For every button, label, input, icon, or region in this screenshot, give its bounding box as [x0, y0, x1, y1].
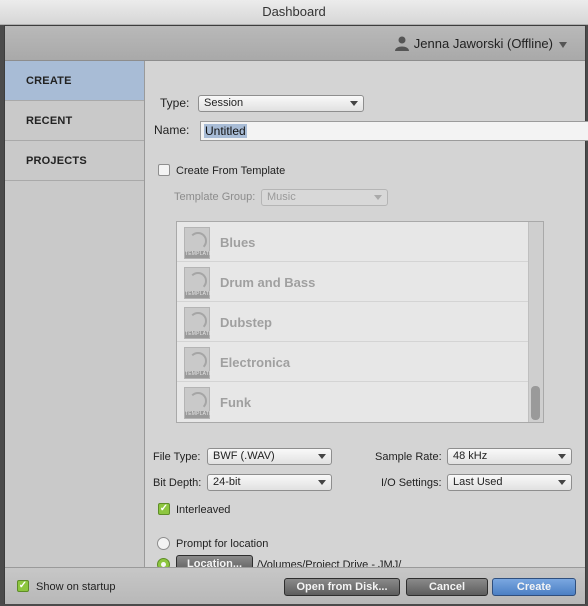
- template-group-label: Template Group:: [174, 191, 256, 203]
- template-list: TEMPLATE Blues TEMPLATE Drum and Bass TE…: [176, 221, 544, 423]
- prompt-location-radio[interactable]: [157, 537, 170, 550]
- show-on-startup-label: Show on startup: [36, 581, 116, 593]
- chevron-down-icon: [559, 41, 567, 48]
- sample-rate-select[interactable]: 48 kHz: [447, 448, 572, 465]
- open-from-disk-button[interactable]: Open from Disk...: [284, 578, 400, 596]
- chevron-down-icon: [318, 480, 326, 485]
- io-settings-label: I/O Settings:: [381, 477, 442, 489]
- io-settings-select[interactable]: Last Used: [447, 474, 572, 491]
- chevron-down-icon: [558, 480, 566, 485]
- bottom-bar: ✓ Show on startup Open from Disk... Canc…: [5, 567, 585, 604]
- chevron-down-icon: [318, 454, 326, 459]
- chevron-down-icon: [350, 101, 358, 106]
- template-item[interactable]: TEMPLATE Dubstep: [177, 302, 543, 342]
- file-type-select[interactable]: BWF (.WAV): [207, 448, 332, 465]
- scrollbar-thumb[interactable]: [531, 386, 540, 420]
- type-label: Type:: [160, 96, 190, 110]
- window-title: Dashboard: [0, 0, 588, 25]
- create-from-template-label: Create From Template: [176, 165, 286, 177]
- create-panel: Type: Session Name: Untitled Create From…: [145, 61, 588, 573]
- name-label: Name:: [154, 123, 190, 137]
- sidebar: CREATE RECENT PROJECTS: [5, 61, 145, 567]
- person-icon: [394, 36, 409, 51]
- user-bar: Jenna Jaworski (Offline): [5, 26, 585, 61]
- template-icon: TEMPLATE: [184, 307, 212, 339]
- name-value: Untitled: [204, 124, 247, 138]
- user-menu[interactable]: Jenna Jaworski (Offline): [394, 36, 567, 51]
- file-type-value: BWF (.WAV): [213, 450, 275, 462]
- template-name: Funk: [220, 395, 252, 410]
- template-list-scrollbar[interactable]: [528, 222, 543, 422]
- dashboard-window: Dashboard Jenna Jaworski (Offline) CREAT…: [0, 0, 588, 606]
- prompt-location-label: Prompt for location: [176, 538, 269, 550]
- template-name: Dubstep: [220, 315, 272, 330]
- template-icon: TEMPLATE: [184, 347, 212, 379]
- name-field[interactable]: Untitled: [200, 121, 588, 141]
- template-name: Blues: [220, 235, 256, 250]
- template-name: Drum and Bass: [220, 275, 316, 290]
- template-icon: TEMPLATE: [184, 227, 212, 259]
- sample-rate-label: Sample Rate:: [375, 451, 442, 463]
- sample-rate-value: 48 kHz: [453, 450, 488, 462]
- interleaved-label: Interleaved: [176, 504, 231, 516]
- template-group-select[interactable]: Music: [261, 189, 388, 206]
- io-settings-value: Last Used: [453, 476, 503, 488]
- template-icon: TEMPLATE: [184, 267, 212, 299]
- template-item[interactable]: TEMPLATE Drum and Bass: [177, 262, 543, 302]
- sidebar-item-projects[interactable]: PROJECTS: [5, 141, 144, 181]
- sidebar-item-recent[interactable]: RECENT: [5, 101, 144, 141]
- type-value: Session: [204, 97, 244, 109]
- file-type-label: File Type:: [153, 451, 201, 463]
- template-item[interactable]: TEMPLATE Electronica: [177, 342, 543, 382]
- template-name: Electronica: [220, 355, 291, 370]
- sidebar-item-create[interactable]: CREATE: [5, 61, 144, 101]
- template-icon: TEMPLATE: [184, 387, 212, 419]
- template-group-value: Music: [267, 191, 296, 203]
- template-item[interactable]: TEMPLATE Blues: [177, 222, 543, 262]
- bit-depth-select[interactable]: 24-bit: [207, 474, 332, 491]
- user-name: Jenna Jaworski (Offline): [413, 36, 553, 51]
- chevron-down-icon: [374, 195, 382, 200]
- bit-depth-label: Bit Depth:: [153, 477, 202, 489]
- type-select[interactable]: Session: [198, 95, 364, 112]
- cancel-button[interactable]: Cancel: [406, 578, 488, 596]
- dashboard-frame: Jenna Jaworski (Offline) CREATE RECENT P…: [4, 25, 588, 604]
- chevron-down-icon: [558, 454, 566, 459]
- bit-depth-value: 24-bit: [213, 476, 241, 488]
- create-button[interactable]: Create: [492, 578, 576, 596]
- show-on-startup-checkbox[interactable]: ✓: [17, 580, 29, 592]
- create-from-template-checkbox[interactable]: [158, 164, 170, 176]
- interleaved-checkbox[interactable]: ✓: [158, 503, 170, 515]
- template-item[interactable]: TEMPLATE Funk: [177, 382, 543, 421]
